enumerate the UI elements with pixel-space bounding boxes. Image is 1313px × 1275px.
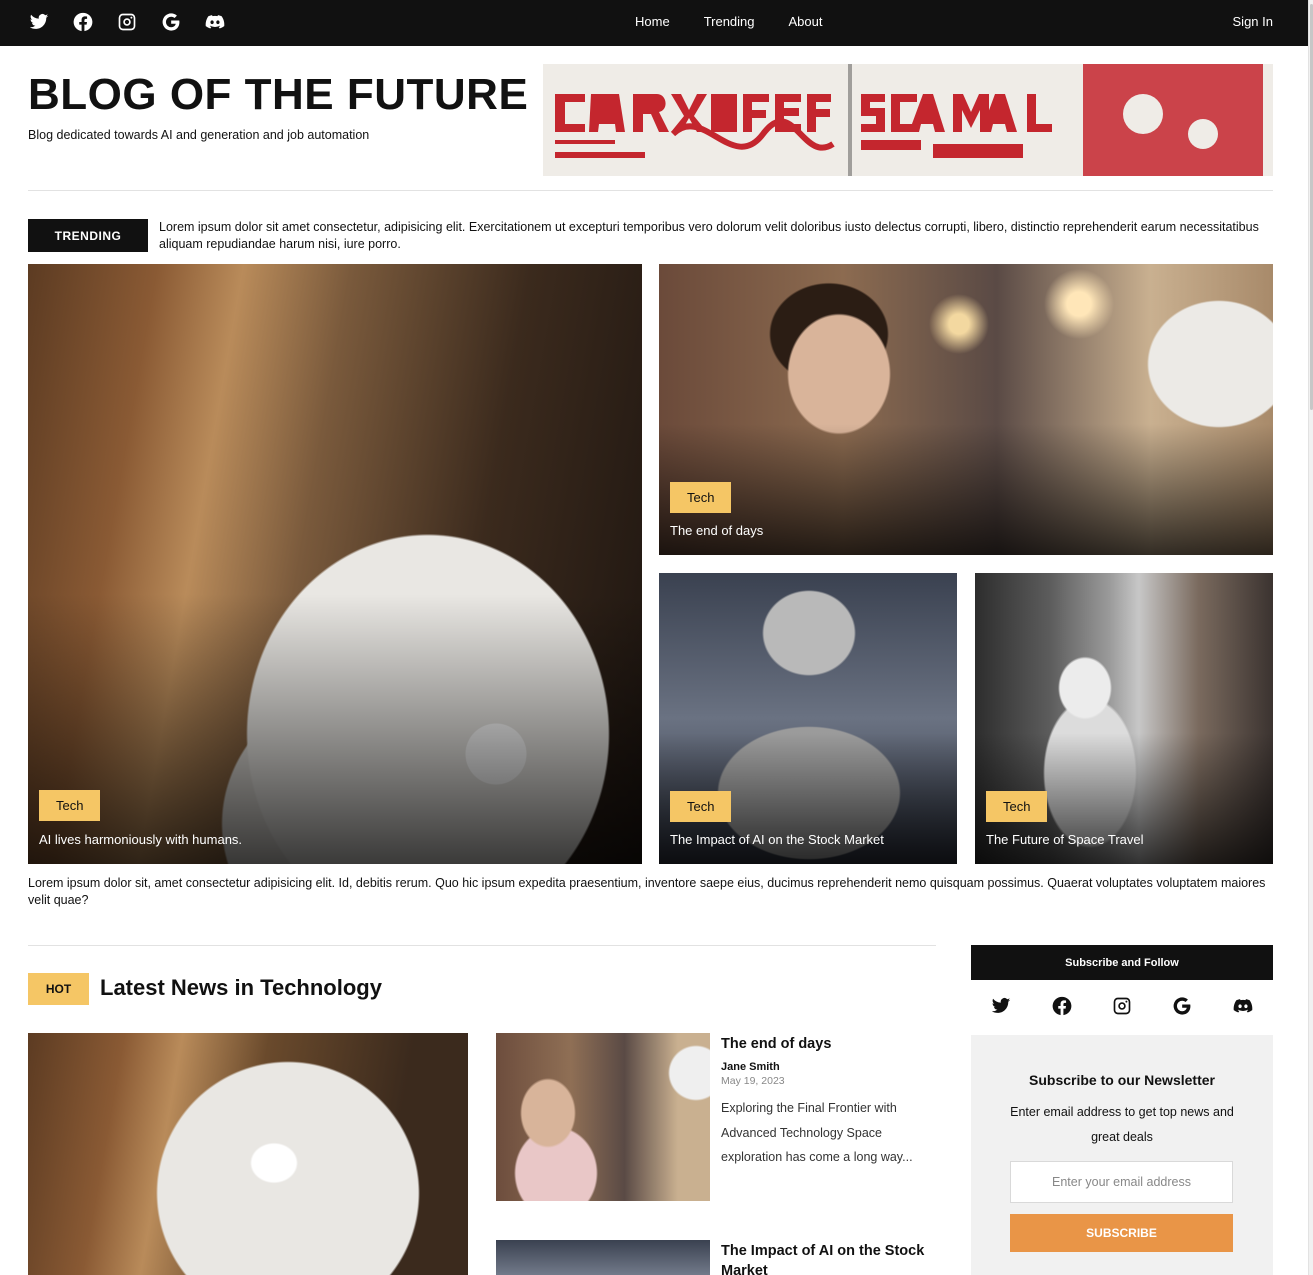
feature-card-main[interactable]: Tech AI lives harmoniously with humans. (28, 264, 642, 864)
sign-in-link[interactable]: Sign In (1233, 14, 1273, 29)
article-date: May 19, 2023 (721, 1075, 785, 1087)
top-nav-bar: Home Trending About Sign In (0, 0, 1308, 46)
category-tag[interactable]: Tech (986, 791, 1048, 822)
subscribe-button[interactable]: SUBSCRIBE (1010, 1214, 1233, 1252)
header-divider (28, 190, 1273, 191)
facebook-icon[interactable] (72, 11, 94, 33)
subscribe-follow-heading: Subscribe and Follow (971, 945, 1273, 980)
latest-main-article-image[interactable] (28, 1033, 468, 1275)
trending-text: Lorem ipsum dolor sit amet consectetur, … (159, 220, 1259, 251)
article-title[interactable]: The end of days (721, 1034, 931, 1054)
nav-about-link[interactable]: About (789, 14, 823, 29)
feature-card-top-right[interactable]: Tech The end of days (659, 264, 1273, 555)
twitter-icon[interactable] (28, 11, 50, 33)
discord-icon[interactable] (1231, 994, 1255, 1018)
twitter-icon[interactable] (989, 994, 1013, 1018)
instagram-icon[interactable] (116, 11, 138, 33)
facebook-icon[interactable] (1050, 994, 1074, 1018)
card-caption[interactable]: AI lives harmoniously with humans. (39, 832, 242, 847)
google-icon[interactable] (1170, 994, 1194, 1018)
header-banner-image (543, 64, 1273, 176)
trending-badge: TRENDING (28, 219, 148, 252)
newsletter-box: Subscribe to our Newsletter Enter email … (971, 1035, 1273, 1275)
email-input[interactable] (1010, 1161, 1233, 1203)
feature-card-bottom-left[interactable]: Tech The Impact of AI on the Stock Marke… (659, 573, 957, 864)
site-title: BLOG OF THE FUTURE (28, 70, 529, 119)
category-tag[interactable]: Tech (670, 791, 732, 822)
top-social-links (28, 11, 226, 33)
intro-blurb: Lorem ipsum dolor sit, amet consectetur … (28, 876, 1266, 907)
page-scrollbar[interactable] (1308, 0, 1313, 1275)
latest-news-title: Latest News in Technology (100, 975, 382, 1000)
article-thumbnail[interactable] (496, 1033, 710, 1201)
card-caption[interactable]: The Impact of AI on the Stock Market (670, 832, 884, 847)
site-subtitle: Blog dedicated towards AI and generation… (28, 128, 370, 142)
article-excerpt: Exploring the Final Frontier with Advanc… (721, 1101, 913, 1164)
article-author: Jane Smith (721, 1061, 780, 1073)
instagram-icon[interactable] (1110, 994, 1134, 1018)
hot-badge: HOT (28, 973, 89, 1005)
feature-card-bottom-right[interactable]: Tech The Future of Space Travel (975, 573, 1273, 864)
google-icon[interactable] (160, 11, 182, 33)
nav-trending-link[interactable]: Trending (704, 14, 755, 29)
article-title[interactable]: The Impact of AI on the Stock Market (721, 1241, 931, 1275)
article-thumbnail[interactable] (496, 1240, 710, 1275)
section-divider (28, 945, 936, 946)
discord-icon[interactable] (204, 11, 226, 33)
sidebar-social-links (971, 994, 1273, 1018)
nav-home-link[interactable]: Home (635, 14, 670, 29)
card-caption[interactable]: The end of days (670, 523, 763, 538)
category-tag[interactable]: Tech (670, 482, 732, 513)
card-caption[interactable]: The Future of Space Travel (986, 832, 1144, 847)
newsletter-title: Subscribe to our Newsletter (1029, 1072, 1215, 1088)
newsletter-description: Enter email address to get top news and … (1010, 1105, 1234, 1144)
main-nav: Home Trending About (635, 14, 823, 29)
category-tag[interactable]: Tech (39, 790, 101, 821)
